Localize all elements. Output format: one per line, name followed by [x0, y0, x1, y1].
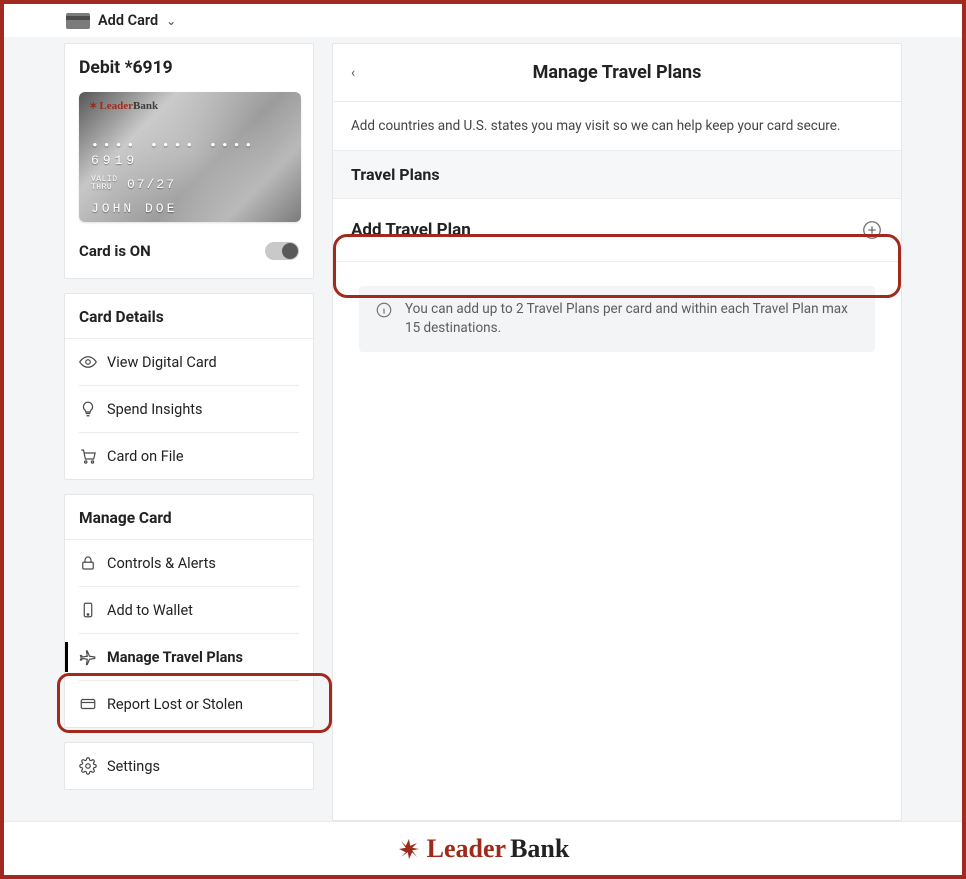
menu-item-label: Manage Travel Plans — [107, 649, 243, 666]
card-title: Debit *6919 — [79, 58, 299, 78]
menu-item-label: Card on File — [107, 448, 184, 465]
travel-plans-heading: Travel Plans — [333, 151, 901, 199]
card-icon — [66, 13, 90, 29]
lock-icon — [79, 554, 97, 572]
card-summary-panel: Debit *6919 ✶LeaderBank •••• •••• •••• 6… — [64, 43, 314, 279]
card-status-toggle[interactable] — [265, 242, 299, 260]
card-brand-bank: Bank — [133, 100, 158, 112]
plus-circle-icon — [861, 219, 883, 241]
eye-icon — [79, 353, 97, 371]
card-details-heading: Card Details — [65, 294, 313, 339]
content-area: Debit *6919 ✶LeaderBank •••• •••• •••• 6… — [4, 37, 962, 821]
topbar: Add Card ⌄ — [4, 4, 962, 37]
menu-item-spend-insights[interactable]: Spend Insights — [79, 386, 299, 433]
page-description: Add countries and U.S. states you may vi… — [333, 102, 901, 151]
gear-icon — [79, 757, 97, 775]
card-holder-name: JOHN DOE — [91, 201, 177, 216]
card-valid-label: VALIDTHRU — [91, 176, 118, 192]
page-title: Manage Travel Plans — [371, 62, 863, 83]
add-travel-plan-row[interactable]: Add Travel Plan — [333, 199, 901, 262]
cart-icon — [79, 447, 97, 465]
footer: LeaderBank — [4, 821, 962, 875]
card-status-row: Card is ON — [79, 242, 299, 260]
footer-logo: LeaderBank — [427, 834, 570, 864]
menu-item-controls-alerts[interactable]: Controls & Alerts — [79, 540, 299, 587]
card-alert-icon — [79, 695, 97, 713]
valid-line2: THRU — [91, 183, 112, 192]
menu-item-manage-travel-plans[interactable]: Manage Travel Plans — [79, 634, 299, 681]
card-details-panel: Card Details View Digital Card Spend Ins… — [64, 293, 314, 480]
logo-star-icon — [397, 837, 421, 861]
menu-item-label: Settings — [107, 758, 160, 775]
settings-panel: Settings — [64, 742, 314, 790]
app-frame: Add Card ⌄ Debit *6919 ✶LeaderBank •••• … — [0, 0, 966, 879]
sidebar: Debit *6919 ✶LeaderBank •••• •••• •••• 6… — [64, 43, 314, 821]
bulb-icon — [79, 400, 97, 418]
card-brand-leader: Leader — [99, 100, 133, 112]
menu-item-settings[interactable]: Settings — [79, 743, 299, 789]
footer-brand-bank: Bank — [510, 834, 569, 864]
card-valid-value: 07/27 — [127, 177, 176, 192]
manage-card-panel: Manage Card Controls & Alerts Add to Wal… — [64, 494, 314, 728]
main-header: ‹ Manage Travel Plans — [333, 44, 901, 102]
menu-item-label: Controls & Alerts — [107, 555, 216, 572]
plane-icon — [79, 648, 97, 666]
phone-icon — [79, 601, 97, 619]
main-column: ‹ Manage Travel Plans Add countries and … — [332, 43, 902, 821]
back-icon[interactable]: ‹ — [351, 65, 371, 81]
card-brand: ✶LeaderBank — [89, 100, 291, 112]
menu-item-label: Report Lost or Stolen — [107, 696, 243, 713]
info-note: You can add up to 2 Travel Plans per car… — [359, 286, 875, 352]
footer-brand-leader: Leader — [427, 834, 506, 864]
card-details-list: View Digital Card Spend Insights Card on… — [65, 339, 313, 479]
menu-item-add-to-wallet[interactable]: Add to Wallet — [79, 587, 299, 634]
add-travel-plan-label: Add Travel Plan — [351, 220, 471, 240]
card-pan: •••• •••• •••• 6919 — [91, 138, 301, 168]
card-status-label: Card is ON — [79, 242, 151, 260]
menu-item-report-lost-stolen[interactable]: Report Lost or Stolen — [79, 681, 299, 727]
menu-item-label: View Digital Card — [107, 354, 217, 371]
menu-item-card-on-file[interactable]: Card on File — [79, 433, 299, 479]
info-icon — [375, 300, 393, 319]
menu-item-label: Add to Wallet — [107, 602, 193, 619]
manage-card-heading: Manage Card — [65, 495, 313, 540]
info-note-text: You can add up to 2 Travel Plans per car… — [405, 300, 859, 338]
menu-item-label: Spend Insights — [107, 401, 203, 418]
menu-item-view-digital-card[interactable]: View Digital Card — [79, 339, 299, 386]
card-image: ✶LeaderBank •••• •••• •••• 6919 VALIDTHR… — [79, 92, 301, 222]
manage-card-list: Controls & Alerts Add to Wallet Manage T… — [65, 540, 313, 727]
chevron-down-icon[interactable]: ⌄ — [166, 14, 176, 28]
add-card-label[interactable]: Add Card — [98, 12, 158, 29]
toggle-knob — [282, 243, 298, 259]
main-panel: ‹ Manage Travel Plans Add countries and … — [332, 43, 902, 821]
